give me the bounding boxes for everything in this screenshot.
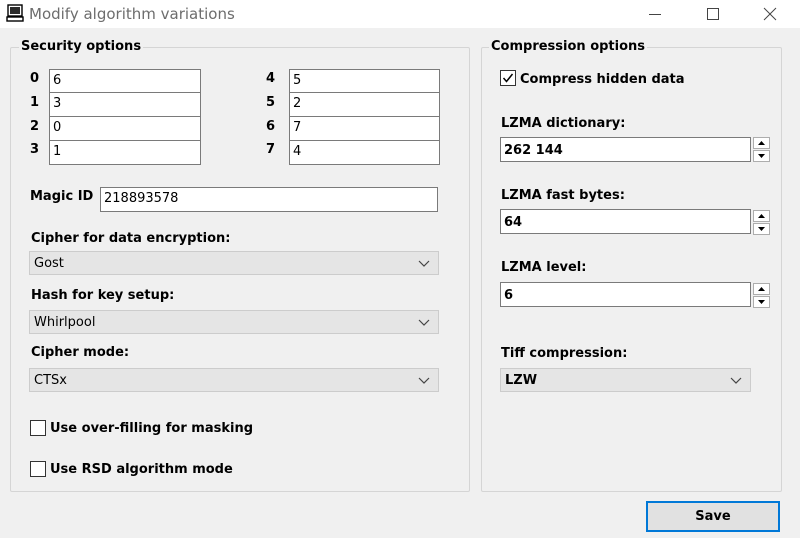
lzma-fast-bytes-label: LZMA fast bytes:: [501, 188, 625, 203]
overfill-checkbox[interactable]: [30, 420, 46, 436]
arrow-up-icon: [758, 141, 765, 145]
cipher-label: Cipher for data encryption:: [31, 231, 231, 246]
cipher-mode-select[interactable]: CTSx: [29, 368, 439, 392]
maximize-icon: [707, 8, 719, 20]
key-label-6: 6: [266, 119, 276, 134]
cipher-select-value: Gost: [34, 256, 64, 271]
tiff-compression-label: Tiff compression:: [501, 346, 628, 361]
cipher-mode-label: Cipher mode:: [31, 345, 130, 360]
magic-id-input[interactable]: 218893578: [100, 187, 438, 212]
spin-down-button[interactable]: [753, 296, 770, 308]
spin-up-button[interactable]: [753, 137, 770, 149]
hash-select-value: Whirlpool: [34, 315, 96, 330]
save-button[interactable]: Save: [646, 501, 780, 532]
key-label-4: 4: [266, 71, 276, 86]
spin-down-button[interactable]: [753, 150, 770, 162]
lzma-dictionary-label: LZMA dictionary:: [501, 116, 626, 131]
minimize-button[interactable]: [632, 0, 678, 28]
close-button[interactable]: [747, 0, 793, 28]
key-input-3[interactable]: 1: [49, 140, 201, 165]
key-label-1: 1: [30, 95, 40, 110]
key-input-7[interactable]: 4: [289, 140, 440, 165]
cipher-mode-select-value: CTSx: [34, 373, 67, 388]
spin-up-button[interactable]: [753, 210, 770, 222]
rsd-label[interactable]: Use RSD algorithm mode: [50, 462, 233, 477]
magic-id-label: Magic ID: [30, 189, 94, 204]
lzma-level-label: LZMA level:: [501, 260, 587, 275]
key-input-5[interactable]: 2: [289, 92, 440, 117]
minimize-icon: [649, 14, 661, 15]
compress-hidden-checkbox[interactable]: [500, 70, 516, 86]
tiff-compression-select[interactable]: LZW: [500, 368, 751, 392]
hash-select[interactable]: Whirlpool: [29, 310, 439, 334]
close-icon: [763, 7, 777, 21]
chevron-down-icon: [418, 319, 430, 326]
title-bar: Modify algorithm variations: [0, 0, 800, 28]
lzma-dictionary-input[interactable]: 262 144: [500, 137, 751, 162]
arrow-down-icon: [758, 154, 765, 158]
compression-options-legend: Compression options: [489, 39, 648, 54]
security-options-legend: Security options: [19, 39, 144, 54]
arrow-down-icon: [758, 300, 765, 304]
key-label-7: 7: [266, 142, 276, 157]
key-label-0: 0: [30, 71, 40, 86]
tiff-compression-select-value: LZW: [505, 373, 538, 388]
arrow-up-icon: [758, 214, 765, 218]
chevron-down-icon: [730, 377, 742, 384]
compress-hidden-label[interactable]: Compress hidden data: [520, 72, 685, 87]
computer-icon: [6, 4, 24, 22]
key-input-2[interactable]: 0: [49, 116, 201, 141]
overfill-label[interactable]: Use over-filling for masking: [50, 421, 253, 436]
key-label-2: 2: [30, 119, 40, 134]
chevron-down-icon: [418, 260, 430, 267]
key-input-0[interactable]: 6: [49, 69, 201, 94]
checkmark-icon: [502, 73, 514, 83]
spin-up-button[interactable]: [753, 283, 770, 295]
maximize-button[interactable]: [690, 0, 736, 28]
key-label-3: 3: [30, 142, 40, 157]
window-title: Modify algorithm variations: [29, 5, 235, 23]
lzma-level-input[interactable]: 6: [500, 282, 751, 307]
lzma-fast-bytes-input[interactable]: 64: [500, 209, 751, 234]
arrow-down-icon: [758, 227, 765, 231]
key-input-1[interactable]: 3: [49, 92, 201, 117]
key-input-6[interactable]: 7: [289, 116, 440, 141]
arrow-up-icon: [758, 287, 765, 291]
cipher-select[interactable]: Gost: [29, 251, 439, 275]
rsd-checkbox[interactable]: [30, 461, 46, 477]
hash-label: Hash for key setup:: [31, 288, 175, 303]
key-label-5: 5: [266, 95, 276, 110]
spin-down-button[interactable]: [753, 223, 770, 235]
chevron-down-icon: [418, 377, 430, 384]
key-input-4[interactable]: 5: [289, 69, 440, 94]
